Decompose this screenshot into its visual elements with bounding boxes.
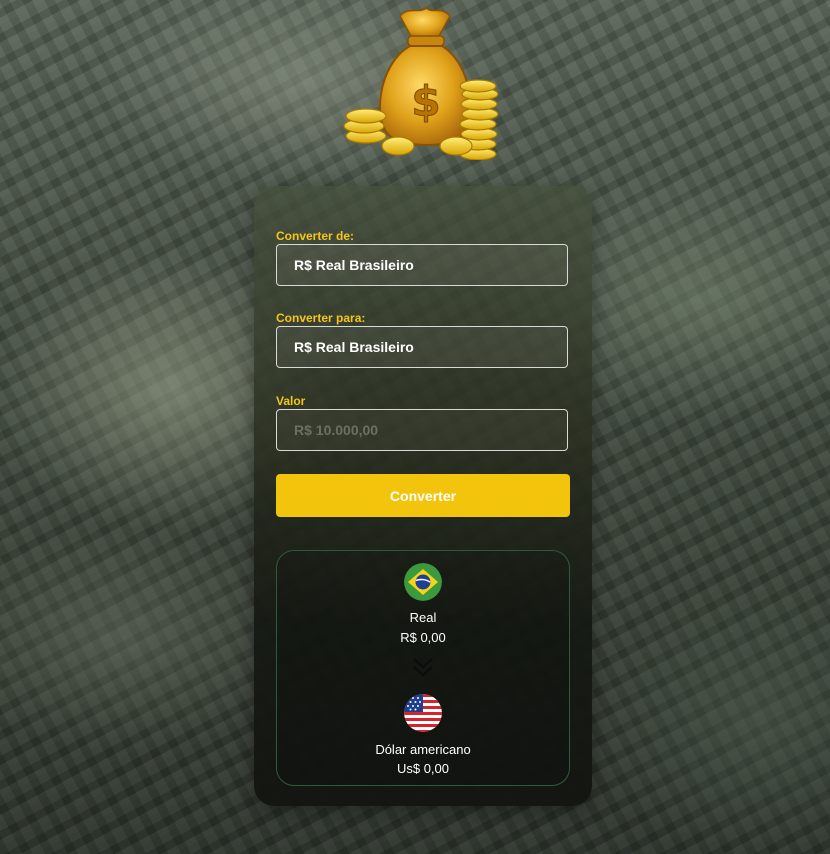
from-currency-name: Real bbox=[409, 610, 437, 625]
usa-flag-icon bbox=[404, 694, 442, 732]
amount-label: Valor bbox=[276, 394, 306, 408]
to-currency-name: Dólar americano bbox=[375, 742, 471, 757]
to-currency-value: R$ Real Brasileiro bbox=[294, 339, 414, 355]
converter-card: Converter de: R$ Real Brasileiro Convert… bbox=[254, 186, 592, 806]
to-currency-label: Converter para: bbox=[276, 311, 366, 325]
to-currency-amount: Us$ 0,00 bbox=[396, 761, 450, 776]
brazil-flag-icon bbox=[404, 563, 442, 601]
convert-button[interactable]: Converter bbox=[276, 474, 570, 517]
conversion-result-box: Real R$ 0,00 Dólar americano Us$ 0,00 bbox=[276, 550, 570, 786]
amount-input[interactable] bbox=[276, 409, 568, 451]
from-currency-select[interactable]: R$ Real Brasileiro bbox=[276, 244, 568, 286]
from-currency-value: R$ Real Brasileiro bbox=[294, 257, 414, 273]
double-chevron-down-icon bbox=[412, 656, 434, 678]
from-currency-amount: R$ 0,00 bbox=[400, 630, 446, 645]
to-currency-select[interactable]: R$ Real Brasileiro bbox=[276, 326, 568, 368]
money-bag-with-coins-icon: $ bbox=[338, 4, 504, 161]
svg-text:$: $ bbox=[411, 77, 440, 126]
from-currency-label: Converter de: bbox=[276, 229, 355, 243]
